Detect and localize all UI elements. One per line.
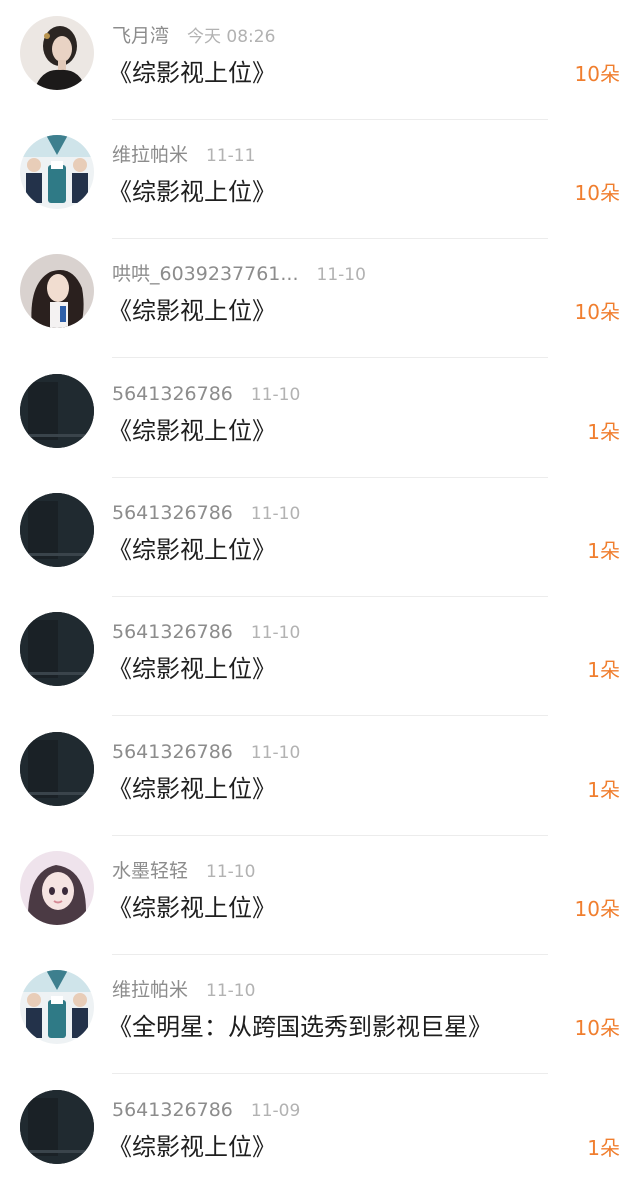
- book-title[interactable]: 《综影视上位》: [108, 296, 276, 326]
- gift-record-row[interactable]: 5641326786 11-10 《综影视上位》 1朵: [0, 596, 640, 716]
- gift-amount: 1朵: [587, 539, 620, 563]
- book-title[interactable]: 《全明星：从跨国选秀到影视巨星》: [108, 1012, 492, 1042]
- gift-amount: 10朵: [574, 181, 620, 205]
- book-title[interactable]: 《综影视上位》: [108, 654, 276, 684]
- book-title[interactable]: 《综影视上位》: [108, 58, 276, 88]
- gift-record-row[interactable]: 水墨轻轻 11-10 《综影视上位》 10朵: [0, 835, 640, 955]
- avatar[interactable]: [20, 612, 94, 686]
- sender-meta: 水墨轻轻 11-10: [112, 858, 255, 884]
- gift-time: 11-10: [250, 504, 301, 524]
- sender-meta: 5641326786 11-10: [112, 500, 300, 526]
- gift-amount: 1朵: [587, 1136, 620, 1160]
- avatar[interactable]: [20, 16, 94, 90]
- book-title[interactable]: 《综影视上位》: [108, 535, 276, 565]
- gift-record-row[interactable]: 5641326786 11-10 《综影视上位》 1朵: [0, 358, 640, 478]
- avatar[interactable]: [20, 851, 94, 925]
- gift-record-list: 飞月湾 今天 08:26 《综影视上位》 10朵 维拉帕米 11-11 《综影视上位》 10朵…: [0, 0, 640, 1187]
- sender-name[interactable]: 5641326786: [112, 1099, 233, 1121]
- avatar[interactable]: [20, 374, 94, 448]
- avatar[interactable]: [20, 135, 94, 209]
- sender-name[interactable]: 5641326786: [112, 383, 233, 405]
- gift-record-row[interactable]: 5641326786 11-09 《综影视上位》 1朵: [0, 1074, 640, 1194]
- gift-time: 11-10: [206, 862, 256, 882]
- sender-meta: 5641326786 11-09: [112, 1097, 300, 1123]
- sender-name[interactable]: 5641326786: [112, 502, 233, 524]
- gift-amount: 1朵: [587, 778, 620, 802]
- gift-time: 11-10: [316, 265, 366, 285]
- gift-amount: 10朵: [574, 1016, 620, 1040]
- gift-amount: 10朵: [574, 300, 620, 324]
- avatar[interactable]: [20, 254, 94, 328]
- book-title[interactable]: 《综影视上位》: [108, 1132, 276, 1162]
- book-title[interactable]: 《综影视上位》: [108, 177, 276, 207]
- sender-meta: 5641326786 11-10: [112, 619, 300, 645]
- gift-record-row[interactable]: 维拉帕米 11-10 《全明星：从跨国选秀到影视巨星》 10朵: [0, 954, 640, 1074]
- sender-meta: 维拉帕米 11-10: [112, 977, 255, 1003]
- gift-time: 11-09: [250, 1101, 301, 1121]
- sender-meta: 维拉帕米 11-11: [112, 142, 255, 168]
- gift-record-row[interactable]: 飞月湾 今天 08:26 《综影视上位》 10朵: [0, 0, 640, 120]
- avatar[interactable]: [20, 493, 94, 567]
- book-title[interactable]: 《综影视上位》: [108, 774, 276, 804]
- avatar[interactable]: [20, 1090, 94, 1164]
- gift-record-row[interactable]: 哄哄_6039237761... 11-10 《综影视上位》 10朵: [0, 238, 640, 358]
- book-title[interactable]: 《综影视上位》: [108, 893, 276, 923]
- sender-name[interactable]: 5641326786: [112, 741, 233, 763]
- avatar[interactable]: [20, 970, 94, 1044]
- sender-name[interactable]: 水墨轻轻: [112, 860, 188, 882]
- gift-amount: 10朵: [574, 897, 620, 921]
- sender-meta: 5641326786 11-10: [112, 381, 300, 407]
- book-title[interactable]: 《综影视上位》: [108, 416, 276, 446]
- sender-name[interactable]: 哄哄_6039237761...: [112, 263, 299, 285]
- sender-name[interactable]: 维拉帕米: [112, 979, 188, 1001]
- gift-record-row[interactable]: 5641326786 11-10 《综影视上位》 1朵: [0, 716, 640, 836]
- gift-amount: 1朵: [587, 420, 620, 444]
- sender-name[interactable]: 飞月湾: [112, 25, 169, 47]
- avatar[interactable]: [20, 732, 94, 806]
- sender-meta: 5641326786 11-10: [112, 739, 300, 765]
- gift-time: 11-10: [206, 981, 256, 1001]
- gift-time: 11-10: [250, 743, 301, 763]
- sender-name[interactable]: 维拉帕米: [112, 144, 188, 166]
- sender-meta: 哄哄_6039237761... 11-10: [112, 261, 366, 287]
- sender-meta: 飞月湾 今天 08:26: [112, 23, 275, 49]
- gift-time: 今天 08:26: [187, 27, 276, 47]
- gift-time: 11-11: [206, 146, 256, 166]
- gift-time: 11-10: [250, 385, 301, 405]
- gift-record-row[interactable]: 5641326786 11-10 《综影视上位》 1朵: [0, 477, 640, 597]
- sender-name[interactable]: 5641326786: [112, 621, 233, 643]
- gift-amount: 1朵: [587, 658, 620, 682]
- gift-amount: 10朵: [574, 62, 620, 86]
- gift-record-row[interactable]: 维拉帕米 11-11 《综影视上位》 10朵: [0, 119, 640, 239]
- gift-time: 11-10: [250, 623, 301, 643]
